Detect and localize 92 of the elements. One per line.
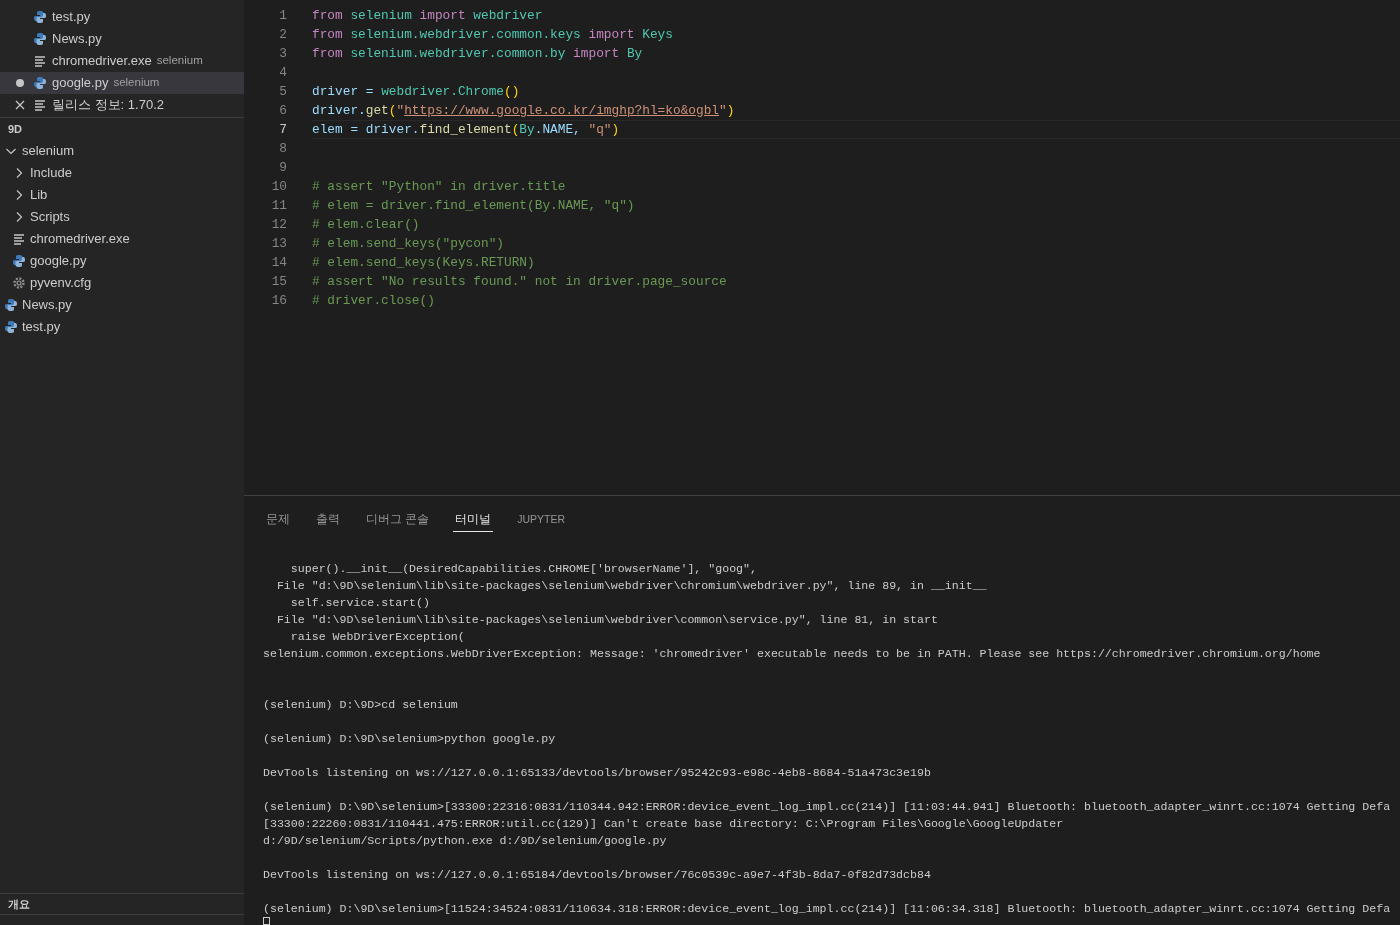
python-file-icon [33,76,47,90]
terminal-line: (selenium) D:\9D\selenium>python google.py [263,731,557,747]
line-number: 4 [278,63,287,82]
file-name: test.py [52,8,91,27]
terminal-line: (selenium) D:\9D\selenium>[11524:34524:0831/110634.318:ERROR:device_event_log_impl.cc(214)] [11:06:34.318] Bluetooth: bluetooth_adapter_winrt.cc:1074 Getting Defa [263,901,1392,917]
file-name: pyvenv.cfg [30,274,92,293]
line-number: 14 [270,253,287,272]
python-file-icon [4,298,18,312]
line-number: 10 [270,177,287,196]
file-name: News.py [22,296,72,315]
tree-item[interactable]: chromedriver.exe [0,228,244,250]
code-line: # elem.send_keys(Keys.RETURN) [312,253,536,272]
line-number: 2 [278,25,287,44]
terminal-line: d:/9D/selenium/Scripts/python.exe d:/9D/selenium/google.py [263,833,668,849]
tree-item[interactable]: test.py [0,316,244,338]
panel-tab[interactable]: 문제 [264,508,292,532]
code-line: # elem = driver.find_element(By.NAME, "q") [312,196,636,215]
code-line: # driver.close() [312,291,436,310]
tree-item[interactable]: News.py [0,294,244,316]
tree-item[interactable]: pyvenv.cfg [0,272,244,294]
line-number: 8 [278,139,287,158]
terminal-line: super().__init__(DesiredCapabilities.CHROME['browserName'], "goog", [289,561,758,577]
terminal-line: File "d:\9D\selenium\lib\site-packages\selenium\webdriver\common\service.py", line 81, in start [275,612,939,628]
file-path: selenium [113,75,160,91]
code-line: from selenium.webdriver.common.by import By [312,44,644,63]
folder-name: selenium [22,142,75,161]
folder-name: Lib [30,186,48,205]
code-line: # elem.send_keys("pycon") [312,234,505,253]
file-path: selenium [156,53,203,69]
terminal-line: DevTools listening on ws://127.0.0.1:65184/devtools/browser/76c0539c-a9e7-4f3b-8da7-0f82d73dcb84 [263,867,932,883]
open-editor-item[interactable]: test.py [0,6,244,28]
tree-item[interactable]: google.py [0,250,244,272]
folder-name: Scripts [30,208,70,227]
file-name: chromedriver.exe [52,52,152,71]
line-number: 3 [278,44,287,63]
panel-tab[interactable]: 출력 [314,508,342,532]
code-line: from selenium import webdriver [312,6,544,25]
line-number: 6 [278,101,287,120]
code-line: from selenium.webdriver.common.keys import Keys [312,25,674,44]
terminal-line: selenium.common.exceptions.WebDriverException: Message: 'chromedriver' executable needs to be in PATH. Please see https://chromedriver.chromium.org/home [263,646,1322,662]
lines-file-icon [33,98,47,112]
file-name: chromedriver.exe [30,230,130,249]
code-line: # assert "No results found." not in driver.page_source [312,272,728,291]
line-number: 7 [278,120,287,139]
open-editor-item[interactable]: 릴리스 정보: 1.70.2 [0,94,244,116]
line-number: 16 [270,291,287,310]
file-name: test.py [22,318,61,337]
file-name: google.py [52,74,109,93]
panel-tab[interactable]: JUPYTER [515,508,568,532]
code-line: driver = webdriver.Chrome() [312,82,521,101]
code-line: # assert "Python" in driver.title [312,177,567,196]
terminal-line: DevTools listening on ws://127.0.0.1:65133/devtools/browser/95242c93-e98c-4eb8-8684-51a473c3e19b [263,765,932,781]
python-file-icon [12,254,26,268]
line-number: 13 [270,234,287,253]
file-name: google.py [30,252,87,271]
terminal-line: File "d:\9D\selenium\lib\site-packages\selenium\webdriver\chromium\webdriver.py", line 89, in __init__ [275,578,988,594]
python-file-icon [4,320,18,334]
terminal-line: self.service.start() [289,595,431,611]
folder-header[interactable]: 9D [0,118,244,140]
terminal-line: [33300:22260:0831/110441.475:ERROR:util.cc(129)] Can't create base directory: C:\Program Files\Google\GoogleUpdater [263,816,1065,832]
tree-item[interactable]: Lib [0,184,244,206]
line-number: 15 [270,272,287,291]
panel-tab[interactable]: 디버그 콘솔 [364,508,432,532]
section-header[interactable]: 개요 [0,893,244,915]
file-name: 릴리스 정보: 1.70.2 [52,96,164,115]
panel-tab[interactable]: 터미널 [453,508,494,532]
line-number: 12 [270,215,287,234]
line-number: 5 [278,82,287,101]
terminal-line: (selenium) D:\9D>cd selenium [263,697,459,713]
tree-item[interactable]: Scripts [0,206,244,228]
tree-item[interactable]: selenium [0,140,244,162]
python-file-icon [33,32,47,46]
close-icon[interactable] [13,98,27,112]
open-editor-item[interactable]: News.py [0,28,244,50]
open-editor-item[interactable]: google.py selenium [0,72,244,94]
line-number: 1 [278,6,287,25]
code-line: driver.get("https://www.google.co.kr/imghp?hl=ko&ogbl") [312,101,736,120]
python-file-icon [33,10,47,24]
line-number: 11 [270,196,287,215]
file-name: News.py [52,30,102,49]
terminal-cursor [263,917,270,925]
terminal-line: raise WebDriverException( [289,629,466,645]
terminal-line: (selenium) D:\9D\selenium>[33300:22316:0831/110344.942:ERROR:device_event_log_impl.cc(214)] [11:03:44.941] Bluetooth: bluetooth_adapter_winrt.cc:1074 Getting Defa [263,799,1392,815]
lines-file-icon [12,232,26,246]
gear-icon [12,276,26,290]
tree-item[interactable]: Include [0,162,244,184]
lines-file-icon [33,54,47,68]
open-editor-item[interactable]: chromedriver.exe selenium [0,50,244,72]
code-line: # elem.clear() [312,215,421,234]
code-line: elem = driver.find_element(By.NAME, "q") [312,120,1400,139]
folder-name: Include [30,164,72,183]
line-number: 9 [278,158,287,177]
